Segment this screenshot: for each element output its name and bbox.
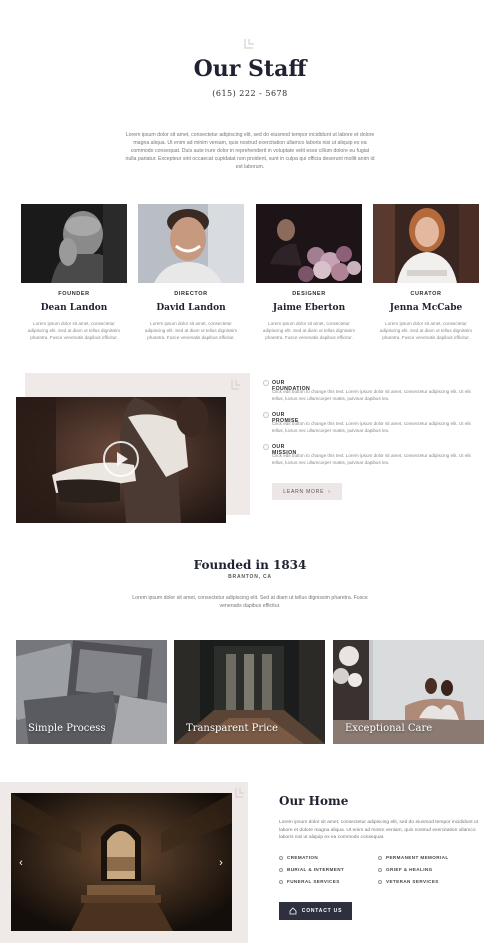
note-icon: [235, 788, 244, 798]
circle-icon: [378, 867, 382, 872]
service-list-item: BURIAL & INTERMENT: [279, 867, 344, 872]
staff-card-curator: CURATOR Jenna McCabe Lorem ipsum dolor s…: [373, 204, 479, 340]
staff-role: DESIGNER: [292, 291, 326, 297]
page-title: Our Staff: [193, 56, 307, 82]
service-label: Transparent Price: [186, 723, 278, 734]
contact-us-button[interactable]: CONTACT US: [279, 902, 352, 920]
feature-text: Click edit button to change this text. L…: [272, 421, 471, 433]
service-card-exceptional-care[interactable]: Exceptional Care: [333, 640, 484, 744]
note-icon: [244, 39, 254, 49]
staff-name: Jaime Eberton: [272, 303, 346, 313]
staff-photo: [138, 204, 244, 283]
staff-bio: Lorem ipsum dolor sit amet, consectetur …: [262, 321, 356, 340]
note-icon: [231, 380, 240, 390]
staff-card-director: DIRECTOR David Landon Lorem ipsum dolor …: [138, 204, 244, 340]
service-label: Exceptional Care: [345, 723, 433, 734]
chevron-left-icon[interactable]: ‹: [16, 856, 26, 870]
staff-role: DIRECTOR: [174, 291, 208, 297]
staff-name: Jenna McCabe: [389, 303, 463, 313]
service-list-item: PERMANENT MEMORIAL: [378, 855, 449, 860]
home-image-slider[interactable]: [11, 793, 232, 931]
circle-icon: [279, 855, 283, 860]
home-text: Lorem ipsum dolor sit amet, consectetur …: [279, 820, 478, 840]
staff-photo: [256, 204, 362, 283]
founded-location: BRANTON, CA: [228, 574, 272, 580]
chevron-right-icon: ›: [328, 488, 331, 495]
phone-number[interactable]: (615) 222 - 5678: [0, 89, 500, 98]
chevron-right-icon[interactable]: ›: [216, 856, 226, 870]
learn-more-button[interactable]: LEARN MORE ›: [272, 483, 342, 500]
service-list-item: GRIEF & HEALING: [378, 867, 433, 872]
service-card-simple-process[interactable]: Simple Process: [16, 640, 167, 744]
staff-name: David Landon: [156, 303, 226, 313]
feature-text: Click edit button to change this text. L…: [272, 389, 471, 401]
circle-icon: [378, 879, 382, 884]
staff-card-founder: FOUNDER Dean Landon Lorem ipsum dolor si…: [21, 204, 127, 340]
staff-bio: Lorem ipsum dolor sit amet, consectetur …: [379, 321, 473, 340]
home-title: Our Home: [279, 794, 349, 808]
circle-icon: [378, 855, 382, 860]
staff-name: Dean Landon: [40, 303, 108, 313]
home-icon: [289, 907, 297, 915]
service-label: Simple Process: [28, 723, 106, 734]
staff-photo: [373, 204, 479, 283]
service-card-transparent-price[interactable]: Transparent Price: [174, 640, 325, 744]
contact-us-label: CONTACT US: [301, 908, 343, 914]
feature-text: Click edit button to change this text. L…: [272, 453, 471, 465]
founded-text: Lorem ipsum dolor sit amet, consectetur …: [132, 595, 368, 609]
staff-card-designer: DESIGNER Jaime Eberton Lorem ipsum dolor…: [256, 204, 362, 340]
staff-photo: [21, 204, 127, 283]
founded-title: Founded in 1834: [193, 558, 307, 572]
service-list-item: VETERAN SERVICES: [378, 879, 439, 884]
circle-icon: [263, 380, 269, 386]
staff-bio: Lorem ipsum dolor sit amet, consectetur …: [144, 321, 238, 340]
play-icon: [117, 452, 128, 466]
service-list-item: FUNERAL SERVICES: [279, 879, 340, 884]
learn-more-label: LEARN MORE: [283, 488, 325, 495]
service-list-item: CREMATION: [279, 855, 318, 860]
intro-text: Lorem ipsum dolor sit amet, consectetur …: [125, 132, 375, 170]
circle-icon: [263, 412, 269, 418]
circle-icon: [279, 867, 283, 872]
circle-icon: [263, 444, 269, 450]
circle-icon: [279, 879, 283, 884]
staff-bio: Lorem ipsum dolor sit amet, consectetur …: [27, 321, 121, 340]
staff-role: FOUNDER: [58, 291, 90, 297]
staff-role: CURATOR: [410, 291, 442, 297]
